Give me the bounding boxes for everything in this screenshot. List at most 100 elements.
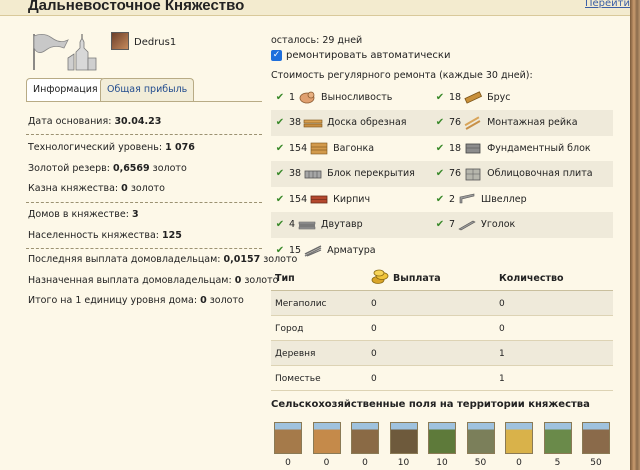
field-image[interactable] (466, 422, 495, 454)
field-value: 50 (590, 458, 602, 468)
foundation-block-icon (465, 143, 481, 154)
field-value: 50 (474, 458, 487, 468)
header-type: Тип (275, 273, 295, 284)
treasury-value: 0 (121, 183, 128, 194)
material-name: Вагонка (333, 142, 375, 154)
muscle-icon (299, 91, 315, 104)
check-icon: ✔ (275, 244, 285, 256)
last-payout-row: Последняя выплата домовладельцам: 0,0157… (28, 254, 298, 265)
cell-qty: 0 (499, 299, 505, 309)
next-payout-value: 0 (234, 275, 242, 286)
material-cell: ✔ 154 Кирпич (271, 186, 370, 212)
header-link[interactable]: Перейти (585, 0, 630, 9)
founded-value: 30.04.23 (114, 116, 162, 127)
material-row: ✔ 154 Кирпич ✔ 2 Швеллер (271, 186, 613, 212)
check-icon: ✔ (435, 193, 445, 205)
tab-total-profit[interactable]: Общая прибыль (100, 78, 195, 102)
page-header: Дальневосточное Княжество Перейти (0, 0, 640, 16)
material-qty: 2 (449, 193, 456, 205)
material-cell: ✔ 76 Облицовочная плита (431, 161, 593, 187)
last-payout-value: 0,0157 (223, 254, 261, 265)
angle-icon (458, 220, 476, 230)
material-qty: 76 (449, 168, 462, 179)
lining-icon (310, 142, 328, 155)
field-image[interactable] (312, 422, 341, 454)
user-name[interactable]: Dedrus1 (134, 37, 176, 48)
check-icon: ✔ (275, 219, 285, 230)
auto-repair-label: ремонтировать автоматически (286, 50, 451, 61)
field-image[interactable] (543, 422, 572, 454)
tab-information[interactable]: Информация (26, 78, 105, 102)
field-value: 5 (554, 458, 561, 468)
field-image[interactable] (389, 422, 418, 454)
page-title: Дальневосточное Княжество (28, 0, 245, 14)
material-cell: ✔ 38 Блок перекрытия (271, 161, 415, 187)
rail-icon (464, 115, 481, 130)
houses-value: 3 (131, 209, 139, 220)
rebar-icon (304, 245, 322, 257)
field-value: 0 (285, 458, 291, 468)
material-qty: 76 (449, 117, 462, 128)
auto-repair-toggle[interactable]: ✓ ремонтировать автоматически (271, 50, 450, 61)
field-image[interactable] (274, 422, 302, 454)
repair-materials: ✔ 1 Выносливость ✔ 18 Брус ✔ 38 Доска обрезная ✔ 7… (271, 84, 613, 264)
material-qty: 4 (289, 219, 296, 230)
material-name: Фундаментный блок (487, 142, 591, 154)
material-cell: ✔ 76 Монтажная рейка (431, 110, 578, 136)
tech-level-row: Технологический уровень: 1 076 (28, 142, 195, 153)
divider (26, 248, 262, 249)
cell-qty: 1 (499, 374, 505, 384)
gold-reserve-value: 0,6569 (112, 163, 150, 174)
material-cell: ✔ 1 Выносливость (271, 84, 392, 110)
check-icon: ✔ (275, 91, 285, 103)
divider (26, 134, 262, 135)
cell-qty: 1 (499, 349, 505, 359)
fields-title: Сельскохозяйственные поля на территории … (271, 399, 590, 410)
material-cell: ✔ 4 Двутавр (271, 212, 363, 238)
field-image[interactable] (351, 422, 379, 454)
field-image[interactable] (428, 422, 456, 454)
material-name: Блок перекрытия (327, 168, 415, 179)
material-row: ✔ 38 Блок перекрытия ✔ 76 Облицовочная плита (271, 160, 613, 187)
per-unit-row: Итого на 1 единицу уровня дома: 0 золото (28, 295, 244, 306)
brick-icon (310, 195, 328, 204)
auto-repair-checkbox[interactable]: ✓ (271, 50, 282, 61)
table-row: Мегаполис 0 0 (271, 291, 613, 316)
material-cell: ✔ 18 Брус (431, 84, 511, 110)
material-name: Двутавр (321, 219, 363, 230)
founded-row: Дата основания: 30.04.23 (28, 116, 162, 127)
material-cell: ✔ 18 Фундаментный блок (431, 135, 591, 161)
timber-icon (464, 91, 483, 104)
check-icon: ✔ (275, 117, 285, 128)
repair-cost-title: Стоимость регулярного ремонта (каждые 30… (271, 70, 533, 81)
cell-payout: 0 (371, 374, 377, 384)
user-avatar[interactable] (111, 32, 129, 50)
material-row: ✔ 38 Доска обрезная ✔ 76 Монтажная рейка (271, 109, 613, 136)
check-icon: ✔ (275, 168, 285, 179)
check-icon: ✔ (435, 91, 445, 103)
decorative-border (630, 0, 640, 470)
repair-remaining: осталось: 29 дней (271, 35, 363, 46)
channel-icon (459, 193, 475, 204)
material-qty: 1 (289, 91, 296, 103)
cell-payout: 0 (371, 324, 377, 334)
material-name: Брус (487, 91, 511, 103)
material-cell: ✔ 7 Уголок (431, 212, 515, 238)
table-row: Город 0 0 (271, 316, 613, 341)
header-quantity: Количество (499, 273, 564, 284)
info-tabs: Информация Общая прибыль (26, 78, 262, 102)
material-row: ✔ 4 Двутавр ✔ 7 Уголок (271, 211, 613, 238)
material-name: Арматура (327, 244, 376, 256)
check-icon: ✔ (435, 142, 445, 154)
material-row: ✔ 154 Вагонка ✔ 18 Фундаментный блок (271, 135, 613, 161)
field-image[interactable] (505, 422, 533, 454)
cell-type: Деревня (275, 349, 316, 359)
field-image[interactable] (582, 422, 610, 454)
population-value: 125 (162, 230, 182, 241)
divider (26, 202, 262, 203)
houses-payout-table: Тип Выплата Количество Мегаполис 0 0 Город 0… (271, 266, 613, 391)
field-value: 0 (516, 458, 522, 468)
gold-reserve-row: Золотой резерв: 0,6569 золото (28, 163, 187, 174)
field-value: 0 (323, 458, 330, 468)
material-row: ✔ 1 Выносливость ✔ 18 Брус (271, 84, 613, 110)
